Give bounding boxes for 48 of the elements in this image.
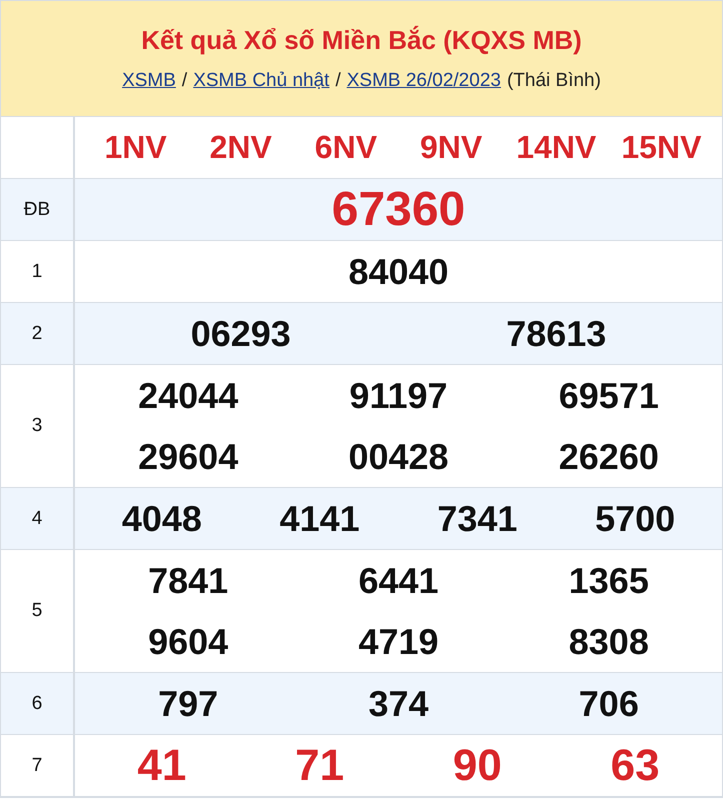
winning-number: 5700 [594, 498, 676, 540]
winning-number: 84040 [347, 250, 450, 292]
prize-label: 1 [32, 260, 42, 282]
prize-label: 7 [32, 754, 42, 776]
winning-number: 00428 [347, 436, 450, 478]
prize-code: 2NV [208, 129, 273, 166]
prize-code: 1NV [103, 129, 168, 166]
winning-number: 1365 [568, 560, 650, 602]
winning-number: 67360 [330, 182, 466, 237]
winning-number: 4719 [357, 620, 440, 662]
winning-number: 4048 [120, 498, 203, 540]
prize-code: 14NV [515, 129, 598, 166]
prize-label: 5 [32, 600, 42, 622]
prize-label: ĐB [24, 198, 50, 220]
page-title: Kết quả Xổ số Miền Bắc (KQXS MB) [141, 25, 582, 56]
prize-label: 6 [32, 692, 42, 714]
winning-number: 63 [610, 740, 661, 790]
breadcrumb-link[interactable]: XSMB [122, 70, 176, 92]
winning-number: 6441 [357, 560, 440, 602]
province-label: (Thái Bình) [506, 70, 601, 92]
winning-number: 06293 [190, 312, 292, 354]
winning-number: 706 [578, 682, 640, 724]
winning-number: 78613 [505, 312, 608, 354]
winning-number: 797 [157, 682, 220, 724]
prize-code: 15NV [620, 129, 702, 166]
winning-number: 374 [367, 682, 430, 724]
winning-number: 7341 [436, 498, 518, 540]
breadcrumb-separator: / [182, 70, 188, 92]
winning-number: 69571 [558, 374, 660, 416]
winning-number: 90 [452, 740, 503, 790]
prize-label: 4 [32, 508, 42, 530]
winning-number: 71 [294, 740, 346, 790]
prize-code: 6NV [314, 129, 378, 166]
winning-number: 7841 [147, 560, 230, 602]
winning-number: 29604 [137, 436, 240, 478]
breadcrumb-link[interactable]: XSMB Chủ nhật [193, 70, 330, 92]
winning-number: 91197 [348, 374, 449, 416]
breadcrumb-link[interactable]: XSMB 26/02/2023 [346, 70, 501, 92]
winning-number: 41 [136, 740, 188, 790]
winning-number: 26260 [558, 436, 660, 478]
winning-number: 4141 [278, 498, 361, 540]
prize-label: 3 [32, 415, 42, 437]
breadcrumb-separator: / [335, 70, 341, 92]
prize-label: 2 [32, 322, 42, 344]
prize-code: 9NV [418, 129, 484, 166]
winning-number: 24044 [137, 374, 240, 416]
winning-number: 8308 [568, 620, 650, 662]
winning-number: 9604 [147, 620, 230, 662]
